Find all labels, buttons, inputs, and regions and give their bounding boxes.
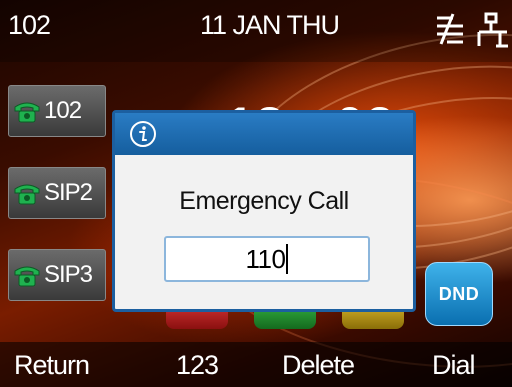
status-bar: 102 11 JAN THU xyxy=(0,0,512,62)
return-softkey[interactable]: Return xyxy=(14,350,90,381)
phone-screen: 102 11 JAN THU 102 SIP2 SIP3 DND Emergen… xyxy=(0,0,512,387)
text-caret xyxy=(286,244,289,274)
input-mode-softkey[interactable]: 123 xyxy=(176,350,219,381)
line-key-2[interactable]: SIP2 xyxy=(8,167,106,219)
dialog-header xyxy=(115,113,413,155)
delete-softkey[interactable]: Delete xyxy=(282,350,355,381)
date-display: 11 JAN THU xyxy=(200,10,340,40)
line-key-label: 102 xyxy=(44,97,82,124)
ethernet-icon xyxy=(476,12,510,53)
emergency-number-value: 110 xyxy=(245,243,286,274)
emergency-number-input[interactable]: 110 xyxy=(164,236,370,282)
dnd-label: DND xyxy=(438,283,480,304)
line-key-label: SIP3 xyxy=(44,261,93,288)
dialog-title: Emergency Call xyxy=(179,187,349,215)
info-icon xyxy=(130,121,156,147)
dnd-button[interactable]: DND xyxy=(425,262,493,326)
line-key-3[interactable]: SIP3 xyxy=(8,249,106,301)
emergency-call-dialog: Emergency Call 110 xyxy=(112,110,416,312)
dial-softkey[interactable]: Dial xyxy=(432,350,476,381)
phone-icon xyxy=(14,184,40,205)
phone-icon xyxy=(14,102,40,123)
line-key-1[interactable]: 102 xyxy=(8,85,106,137)
line-key-label: SIP2 xyxy=(44,179,93,206)
network-disconnected-icon xyxy=(433,12,467,51)
phone-icon xyxy=(14,266,40,287)
account-extension: 102 xyxy=(8,10,51,40)
